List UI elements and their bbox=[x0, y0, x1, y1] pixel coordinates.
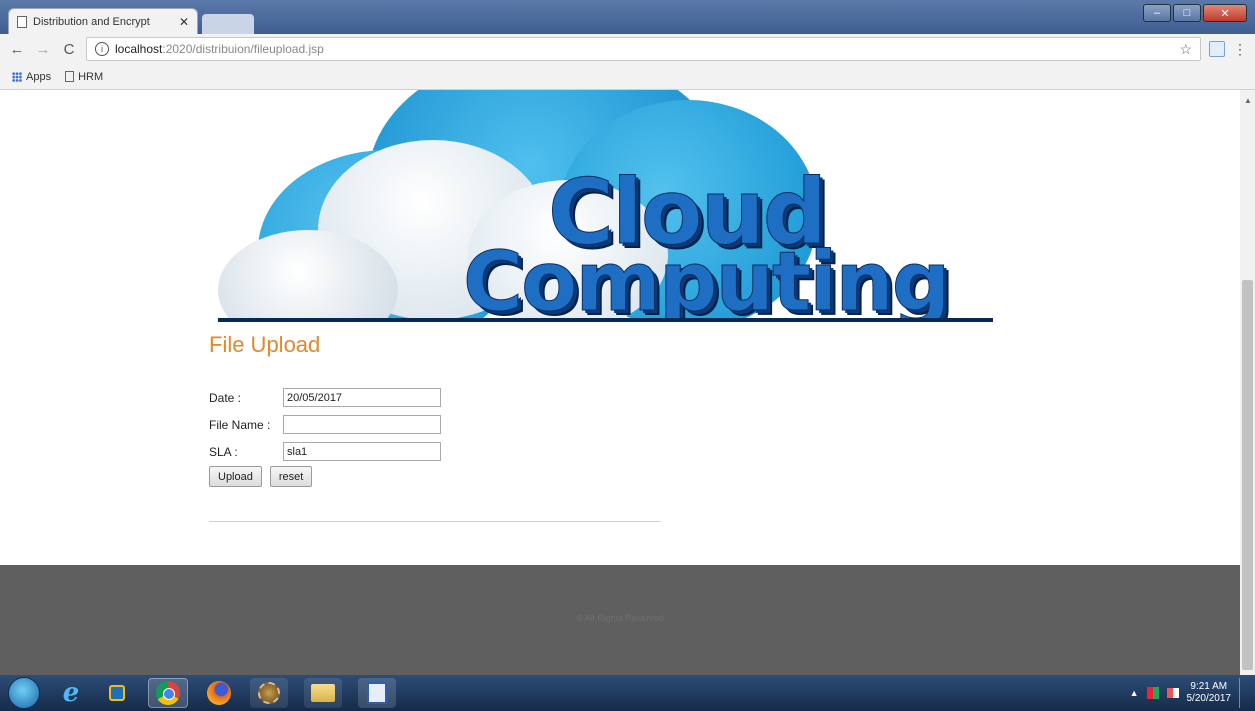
document-icon[interactable] bbox=[358, 678, 396, 708]
page-icon bbox=[65, 71, 75, 82]
firefox-icon[interactable] bbox=[204, 679, 234, 707]
close-button[interactable]: ✕ bbox=[1203, 4, 1247, 22]
maximize-button[interactable]: □ bbox=[1173, 4, 1201, 22]
tab-close-icon[interactable]: ✕ bbox=[179, 15, 189, 29]
window-controls: – □ ✕ bbox=[1143, 4, 1247, 22]
browser-toolbar: ← → C i localhost:2020/distribuion/fileu… bbox=[0, 34, 1255, 64]
upload-form: Date : File Name : SLA : Upload reset bbox=[209, 384, 669, 487]
filename-row: File Name : bbox=[209, 411, 669, 438]
scrollbar-thumb[interactable] bbox=[1242, 280, 1253, 670]
upload-button[interactable]: Upload bbox=[209, 466, 262, 487]
clock-date: 5/20/2017 bbox=[1186, 693, 1232, 704]
form-buttons: Upload reset bbox=[209, 466, 669, 487]
settings-gear-icon[interactable] bbox=[250, 678, 288, 708]
page-footer: © All Rights Reserved bbox=[0, 565, 1240, 675]
reset-button[interactable]: reset bbox=[269, 466, 313, 487]
scroll-up-icon[interactable]: ▲ bbox=[1244, 96, 1252, 105]
file-explorer-icon[interactable] bbox=[304, 678, 342, 708]
internet-explorer-icon[interactable]: e bbox=[56, 678, 86, 708]
page-scrollbar[interactable]: ▲ bbox=[1240, 90, 1255, 675]
action-center-flag-icon[interactable] bbox=[1146, 687, 1159, 699]
bookmark-star-icon[interactable]: ☆ bbox=[1179, 41, 1192, 58]
forward-icon[interactable]: → bbox=[34, 41, 52, 58]
sla-label: SLA : bbox=[209, 444, 238, 459]
apps-grid-icon bbox=[12, 71, 22, 82]
system-tray: ▲ 9:21 AM 5/20/2017 bbox=[1130, 678, 1247, 708]
chrome-icon[interactable] bbox=[148, 678, 188, 708]
browser-tab[interactable]: Distribution and Encrypt ✕ bbox=[8, 8, 198, 34]
footer-text: © All Rights Reserved bbox=[576, 613, 664, 623]
show-desktop-button[interactable] bbox=[1239, 678, 1247, 708]
clock-time: 9:21 AM bbox=[1190, 681, 1228, 692]
date-row: Date : bbox=[209, 384, 669, 411]
reload-icon[interactable]: C bbox=[60, 41, 78, 58]
bookmark-apps[interactable]: Apps bbox=[12, 71, 51, 83]
menu-icon[interactable]: ⋮ bbox=[1233, 41, 1247, 58]
minimize-button[interactable]: – bbox=[1143, 4, 1171, 22]
address-bar[interactable]: i localhost:2020/distribuion/fileupload.… bbox=[86, 37, 1201, 61]
content-divider bbox=[209, 521, 661, 522]
date-field[interactable] bbox=[283, 388, 441, 407]
page-icon bbox=[17, 15, 27, 28]
taskbar-clock[interactable]: 9:21 AM 5/20/2017 bbox=[1187, 681, 1232, 705]
filename-field[interactable] bbox=[283, 415, 441, 434]
bookmark-label: HRM bbox=[78, 70, 104, 83]
browser-titlebar: Distribution and Encrypt ✕ – □ ✕ bbox=[0, 0, 1255, 34]
page-content: Cloud Computing File Upload Date : File … bbox=[0, 90, 1240, 675]
media-player-icon[interactable] bbox=[102, 679, 132, 707]
tray-expand-icon[interactable]: ▲ bbox=[1130, 688, 1139, 698]
banner-logo-line2: Computing bbox=[462, 235, 950, 323]
bookmarks-bar: Apps HRM bbox=[0, 64, 1255, 90]
back-icon[interactable]: ← bbox=[8, 41, 26, 58]
tab-title: Distribution and Encrypt bbox=[33, 15, 150, 28]
url-host: localhost bbox=[115, 42, 163, 56]
bookmark-label: Apps bbox=[26, 70, 52, 83]
start-button[interactable] bbox=[8, 677, 40, 709]
extension-icon[interactable] bbox=[1209, 41, 1225, 57]
os-taskbar: e ▲ 9:21 AM 5/20/2017 bbox=[0, 675, 1255, 711]
date-label: Date : bbox=[209, 390, 242, 405]
info-icon[interactable]: i bbox=[95, 42, 109, 56]
sla-field[interactable] bbox=[283, 442, 441, 461]
page-title: File Upload bbox=[209, 332, 321, 357]
bookmark-hrm[interactable]: HRM bbox=[65, 71, 103, 83]
url-path: :2020/distribuion/fileupload.jsp bbox=[162, 42, 324, 56]
network-icon[interactable] bbox=[1166, 688, 1179, 698]
sla-row: SLA : bbox=[209, 438, 669, 465]
cloud-computing-banner: Cloud Computing bbox=[218, 90, 993, 322]
banner-divider bbox=[218, 318, 993, 322]
upload-panel: File Upload Date : File Name : SLA : Upl… bbox=[209, 332, 669, 487]
filename-label: File Name : bbox=[209, 417, 271, 432]
new-tab-button[interactable] bbox=[202, 14, 254, 34]
